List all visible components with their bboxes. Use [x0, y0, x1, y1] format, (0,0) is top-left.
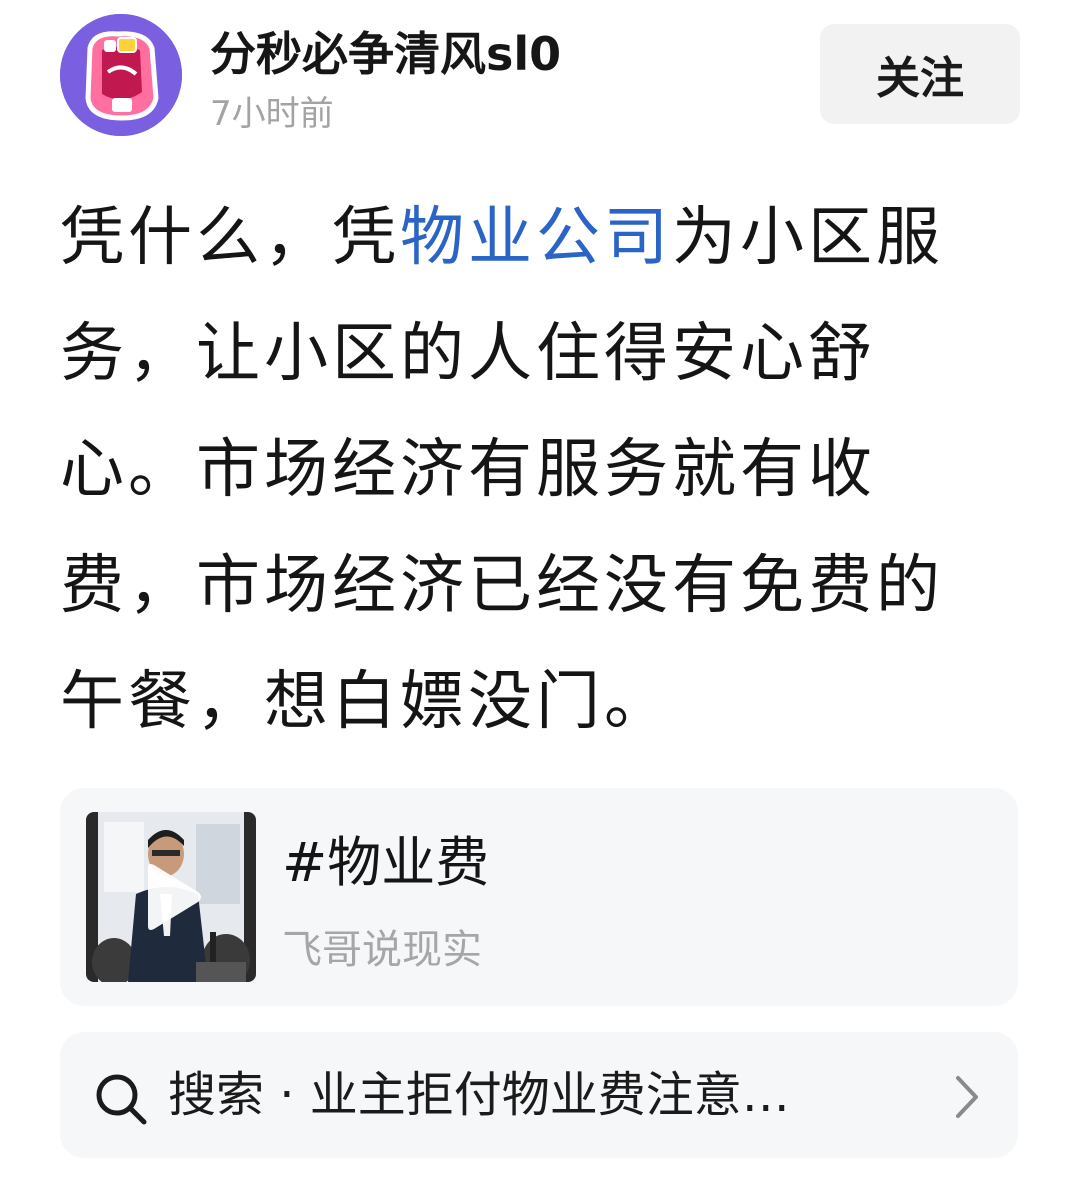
author-name[interactable]: 分秒必争清风sl0	[210, 24, 561, 84]
chevron-right-icon	[956, 1076, 978, 1118]
company-link[interactable]: 物业公司	[400, 201, 672, 275]
author-avatar[interactable]	[60, 14, 182, 136]
screaming-mouth-avatar-icon	[60, 14, 182, 136]
topic-title[interactable]: #物业费	[282, 828, 489, 898]
search-suggestion-bar[interactable]: 搜索 · 业主拒付物业费注意…	[60, 1032, 1018, 1158]
video-thumbnail[interactable]	[86, 812, 256, 982]
play-icon[interactable]	[142, 862, 202, 932]
topic-card[interactable]: #物业费 飞哥说现实	[60, 788, 1018, 1006]
search-suggestion-text: 搜索 · 业主拒付物业费注意…	[168, 1067, 790, 1123]
topic-author: 飞哥说现实	[282, 927, 482, 973]
post-header: 分秒必争清风sl0 7小时前 关注	[60, 14, 1020, 136]
post-body: 凭什么，凭物业公司为小区服务，让小区的人住得安心舒心。市场经济有服务就有收费，市…	[60, 180, 1010, 760]
search-icon	[96, 1074, 147, 1125]
post-time: 7小时前	[210, 94, 334, 134]
post-text-after: 为小区服务，让小区的人住得安心舒心。市场经济有服务就有收费，市场经济已经没有免费…	[60, 201, 944, 739]
follow-button[interactable]: 关注	[820, 24, 1020, 124]
post-text-before: 凭什么，凭	[60, 201, 400, 275]
